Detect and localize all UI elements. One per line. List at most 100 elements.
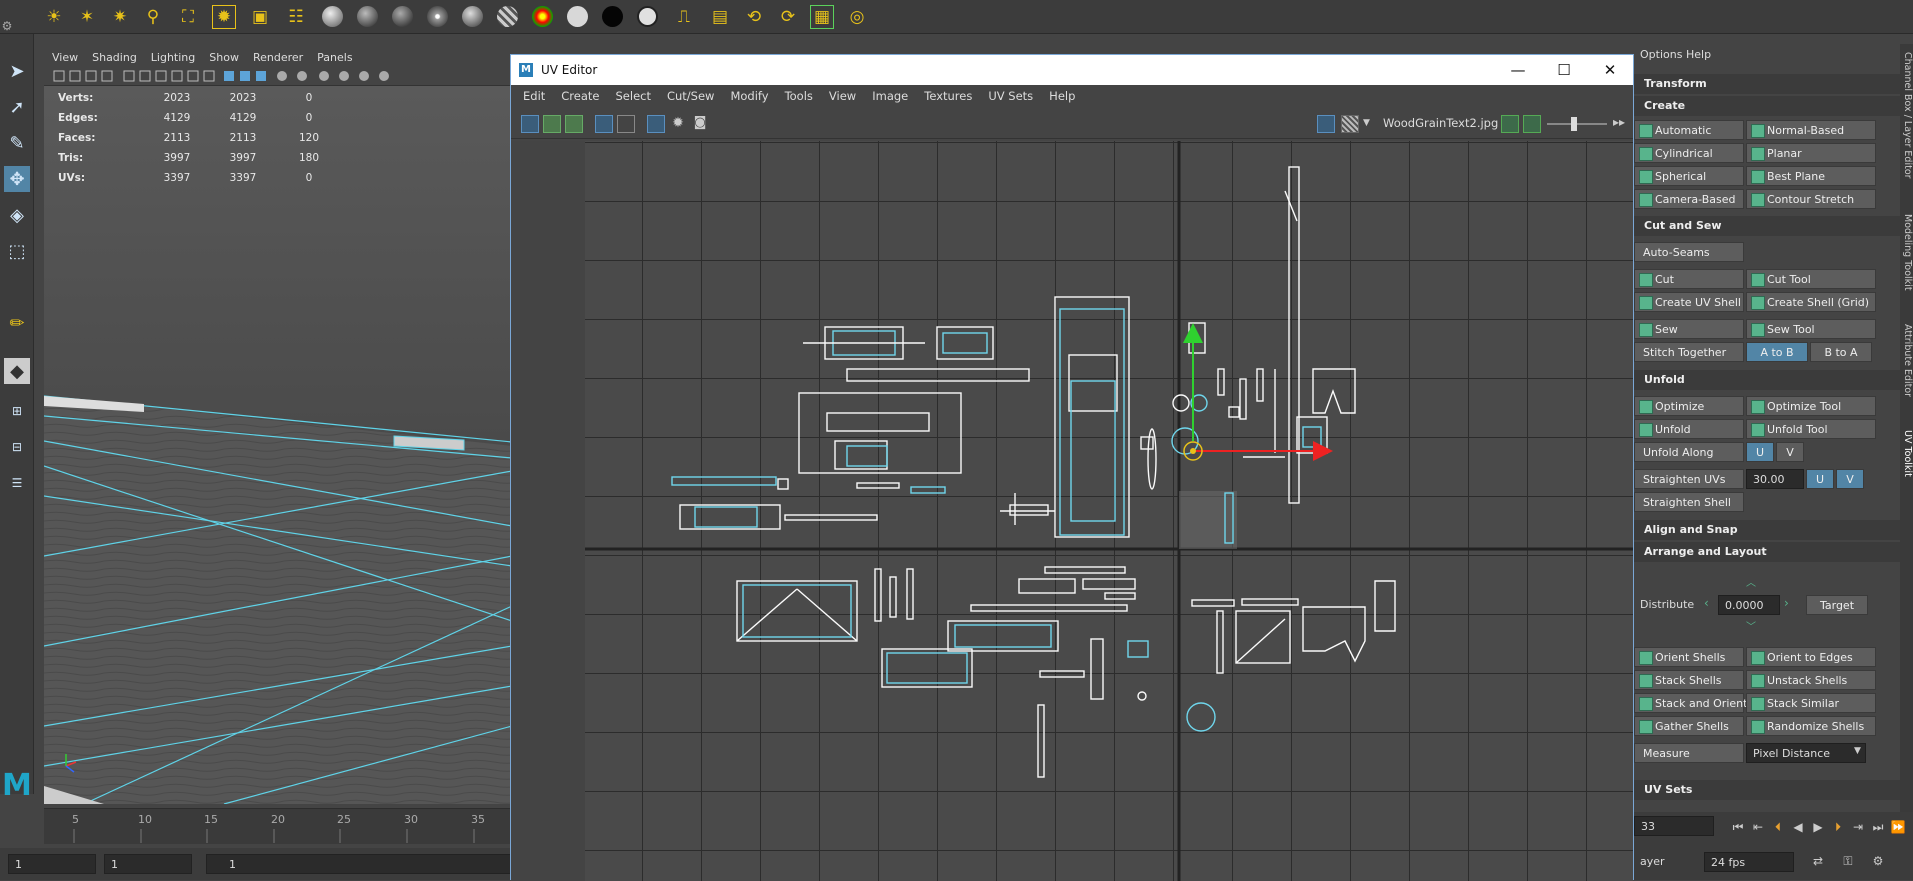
lasso-tool-icon[interactable]: ➚ (4, 94, 30, 120)
four-view-icon[interactable]: ⊞ (4, 398, 30, 424)
skip-end-icon[interactable]: ⏩ (1890, 820, 1906, 836)
cut-tool-button[interactable]: Cut Tool (1746, 269, 1876, 289)
viewport-menu-lighting[interactable]: Lighting (151, 51, 195, 64)
render-target-icon[interactable]: ◎ (845, 5, 869, 29)
last-tool-icon[interactable]: ✏ (4, 310, 30, 336)
single-view-icon[interactable]: ◆ (4, 358, 30, 384)
chevron-right-icon[interactable]: › (1784, 596, 1789, 610)
straighten-u-toggle[interactable]: U (1806, 469, 1834, 489)
automatic-button[interactable]: Automatic (1634, 120, 1744, 140)
uv-slider-handle[interactable] (1571, 117, 1577, 131)
uv-settings-icon[interactable]: ✹ (669, 115, 687, 133)
sun-light-icon[interactable]: ☀ (42, 5, 66, 29)
camera-based-button[interactable]: Camera-Based (1634, 189, 1744, 209)
straighten-shell-button[interactable]: Straighten Shell (1634, 492, 1744, 512)
chevron-down-icon[interactable]: ﹀ (1746, 618, 1756, 633)
measure-dropdown[interactable]: Pixel Distance (1746, 743, 1866, 763)
play-forwards-icon[interactable]: ▶ (1810, 820, 1826, 836)
batch-render-icon[interactable]: ⟳ (776, 5, 800, 29)
preferences-icon[interactable]: ⚙ (1870, 854, 1886, 870)
unfold-along-button[interactable]: Unfold Along (1634, 442, 1744, 462)
unstack-shells-button[interactable]: Unstack Shells (1746, 670, 1876, 690)
auto-seams-button[interactable]: Auto-Seams (1634, 242, 1744, 262)
unfold-button[interactable]: Unfold (1634, 419, 1744, 439)
range-start-field[interactable]: 1 (206, 854, 512, 874)
point-light-icon[interactable]: ✷ (108, 5, 132, 29)
tab-attribute-editor[interactable]: Attribute Editor (1900, 324, 1913, 397)
viewport-menu-shading[interactable]: Shading (92, 51, 137, 64)
uv-menu-uv-sets[interactable]: UV Sets (988, 89, 1033, 103)
perspective-viewport[interactable] (44, 86, 512, 804)
uv-menu-cut-sew[interactable]: Cut/Sew (667, 89, 714, 103)
unfold-u-toggle[interactable]: U (1746, 442, 1774, 462)
straighten-v-toggle[interactable]: V (1836, 469, 1864, 489)
section-align-snap[interactable]: Align and Snap (1634, 520, 1900, 540)
two-view-icon[interactable]: ⊟ (4, 434, 30, 460)
uv-exposure-icon[interactable] (1501, 115, 1519, 133)
go-to-start-icon[interactable]: ⏮ (1730, 820, 1746, 836)
white-dot-ball-icon[interactable] (427, 6, 448, 27)
fps-dropdown[interactable]: 24 fps (1704, 852, 1794, 872)
uv-editor-titlebar[interactable]: M UV Editor — ☐ ✕ (511, 55, 1633, 85)
unfold-v-toggle[interactable]: V (1776, 442, 1804, 462)
auto-key-icon[interactable]: ⚿ (1840, 854, 1856, 870)
viewport-menu-renderer[interactable]: Renderer (253, 51, 303, 64)
uv-filtered-icon[interactable] (595, 115, 613, 133)
shading-sphere-icon[interactable] (357, 6, 378, 27)
step-forward-key-icon[interactable]: ⇥ (1850, 820, 1866, 836)
normal-based-button[interactable]: Normal-Based (1746, 120, 1876, 140)
orient-to-edges-button[interactable]: Orient to Edges (1746, 647, 1876, 667)
step-back-frame-icon[interactable]: ⏴ (1770, 820, 1786, 836)
section-cut-sew[interactable]: Cut and Sew (1634, 216, 1900, 236)
section-unfold[interactable]: Unfold (1634, 370, 1900, 390)
optimize-button[interactable]: Optimize (1634, 396, 1744, 416)
sew-tool-button[interactable]: Sew Tool (1746, 319, 1876, 339)
toolkit-menu-help[interactable]: Help (1686, 48, 1711, 61)
texture-name-dropdown[interactable]: WoodGrainText2.jpg (1383, 116, 1498, 130)
uv-grid-toggle-icon[interactable] (647, 115, 665, 133)
straighten-angle-field[interactable]: 30.00 (1746, 469, 1804, 489)
create-shell-grid-button[interactable]: Create Shell (Grid) (1746, 292, 1876, 312)
uv-grid-icon[interactable] (617, 115, 635, 133)
chevron-down-icon[interactable]: ▼ (1854, 746, 1861, 756)
orient-shells-button[interactable]: Orient Shells (1634, 647, 1744, 667)
toolkit-menu-options[interactable]: Options (1640, 48, 1682, 61)
viewport-toolbar-icons[interactable] (44, 66, 512, 86)
viewport-menu-view[interactable]: View (52, 51, 78, 64)
stack-shells-button[interactable]: Stack Shells (1634, 670, 1744, 690)
uv-menu-tools[interactable]: Tools (785, 89, 813, 103)
select-tool-icon[interactable]: ➤ (4, 58, 30, 84)
chevron-left-icon[interactable]: ‹ (1704, 596, 1709, 610)
uv-checker-toggle-icon[interactable] (1341, 115, 1359, 133)
move-tool-icon[interactable]: ✥ (4, 166, 30, 192)
play-backwards-icon[interactable]: ◀ (1790, 820, 1806, 836)
scale-tool-icon[interactable]: ⬚ (4, 238, 30, 264)
uv-image-display-icon[interactable] (1317, 115, 1335, 133)
gather-shells-button[interactable]: Gather Shells (1634, 716, 1744, 736)
maximize-icon[interactable]: ☐ (1541, 55, 1587, 85)
step-back-key-icon[interactable]: ⇤ (1750, 820, 1766, 836)
chevron-down-icon[interactable]: ▼ (1363, 115, 1381, 133)
camera-icon[interactable]: ▣ (248, 5, 272, 29)
contour-stretch-button[interactable]: Contour Stretch (1746, 189, 1876, 209)
white-ball-icon[interactable] (567, 6, 588, 27)
ipr-icon[interactable]: ⟲ (742, 5, 766, 29)
uv-exposure-slider[interactable] (1547, 123, 1607, 125)
current-frame-field[interactable]: 33 (1634, 816, 1714, 836)
a-to-b-toggle[interactable]: A to B (1746, 342, 1808, 362)
stack-similar-button[interactable]: Stack Similar (1746, 693, 1876, 713)
straighten-uvs-button[interactable]: Straighten UVs (1634, 469, 1744, 489)
uv-menu-help[interactable]: Help (1049, 89, 1075, 103)
section-arrange-layout[interactable]: Arrange and Layout (1634, 542, 1900, 562)
render-settings-icon[interactable]: ☷ (284, 5, 308, 29)
tab-uv-toolkit[interactable]: UV Toolkit (1900, 430, 1913, 477)
uv-snapshot-icon[interactable]: ◙ (691, 115, 709, 133)
paint-select-icon[interactable]: ✎ (4, 130, 30, 156)
hypershade-icon[interactable]: ⎍ (672, 5, 696, 29)
chevron-up-icon[interactable]: ︿ (1746, 574, 1756, 589)
uv-canvas[interactable] (585, 141, 1633, 881)
stitch-together-button[interactable]: Stitch Together (1634, 342, 1744, 362)
uv-shell-select-icon[interactable] (521, 115, 539, 133)
uv-menu-textures[interactable]: Textures (924, 89, 972, 103)
tab-modeling-toolkit[interactable]: Modeling Toolkit (1900, 214, 1913, 291)
